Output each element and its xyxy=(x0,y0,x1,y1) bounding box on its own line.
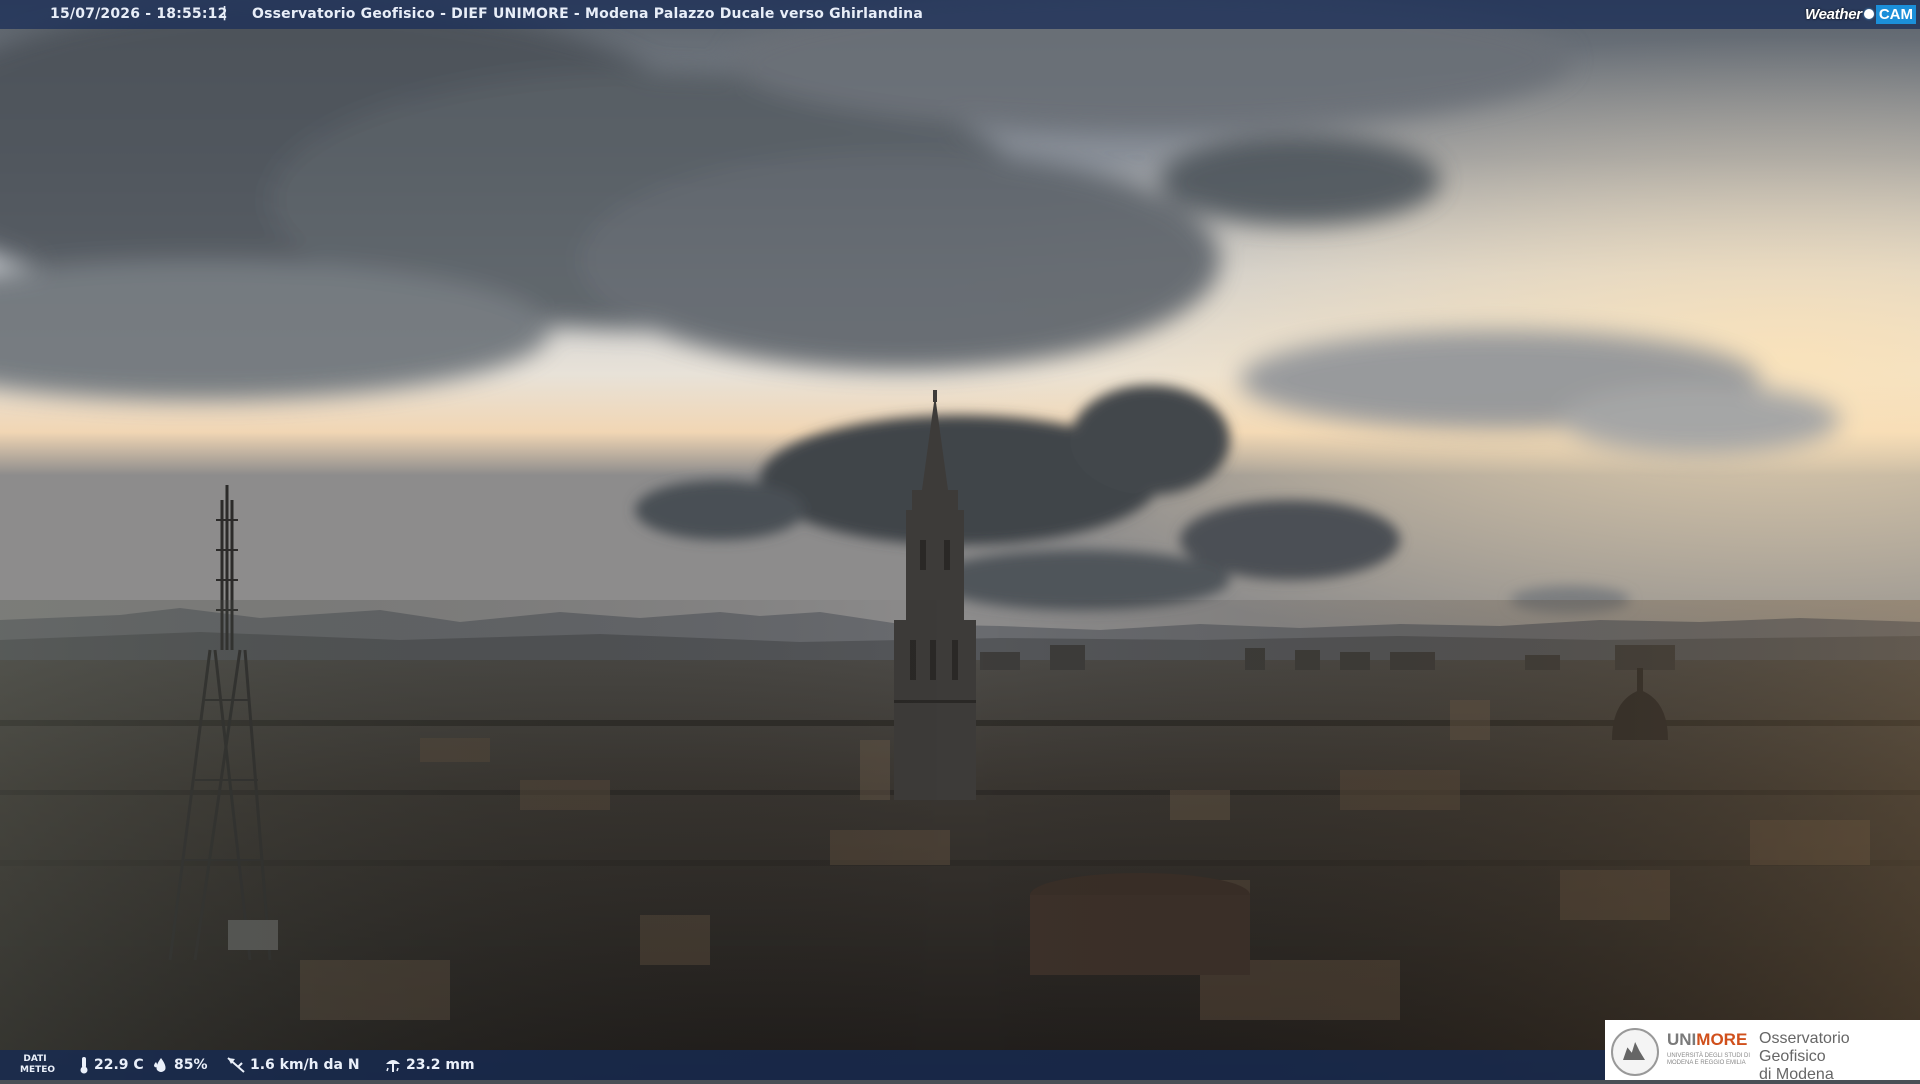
humidity-value: 85% xyxy=(174,1057,208,1073)
title-separator: | xyxy=(222,5,228,21)
unimore-logo-box: UNIMORE UNIVERSITÀ DEGLI STUDI DI MODENA… xyxy=(1605,1020,1920,1083)
weather-data-bar: DATI METEO 22.9 C 85% 1.6 km/h da N 23.2… xyxy=(0,1050,1605,1080)
temperature-reading: 22.9 C xyxy=(78,1056,144,1074)
observatory-line-1: Osservatorio Geofisico xyxy=(1759,1030,1850,1065)
rain-gauge-icon xyxy=(386,1060,400,1072)
unimore-subtitle: UNIVERSITÀ DEGLI STUDI DI MODENA E REGGI… xyxy=(1667,1053,1751,1066)
temperature-value: 22.9 C xyxy=(94,1057,144,1073)
webcam-title: Osservatorio Geofisico - DIEF UNIMORE - … xyxy=(252,6,923,22)
observatory-line-2: di Modena xyxy=(1759,1066,1834,1083)
wind-reading: 1.6 km/h da N xyxy=(226,1056,360,1074)
camera-dot-icon xyxy=(1863,9,1874,19)
wind-vane-icon xyxy=(227,1057,245,1073)
webcam-scene xyxy=(0,0,1920,1080)
humidity-drop-icon xyxy=(154,1058,166,1072)
rain-reading: 23.2 mm xyxy=(384,1056,475,1074)
rain-value: 23.2 mm xyxy=(406,1057,475,1073)
humidity-reading: 85% xyxy=(152,1056,208,1074)
capture-datetime: 15/07/2026 - 18:55:12 xyxy=(50,6,228,22)
observatory-name: Osservatorio Geofisico di Modena xyxy=(1759,1030,1920,1084)
logo-weather-text: Weather xyxy=(1805,5,1862,23)
logo-cam-text: CAM xyxy=(1875,4,1916,24)
weathercam-logo: Weather CAM xyxy=(1805,3,1916,25)
university-seal-icon xyxy=(1611,1028,1659,1076)
unimore-wordmark: UNIMORE xyxy=(1667,1030,1748,1049)
wind-value: 1.6 km/h da N xyxy=(250,1057,360,1073)
weather-data-label: DATI METEO xyxy=(20,1054,56,1075)
webcam-title-bar: 15/07/2026 - 18:55:12 | Osservatorio Geo… xyxy=(0,0,1920,29)
thermometer-icon xyxy=(80,1057,88,1074)
